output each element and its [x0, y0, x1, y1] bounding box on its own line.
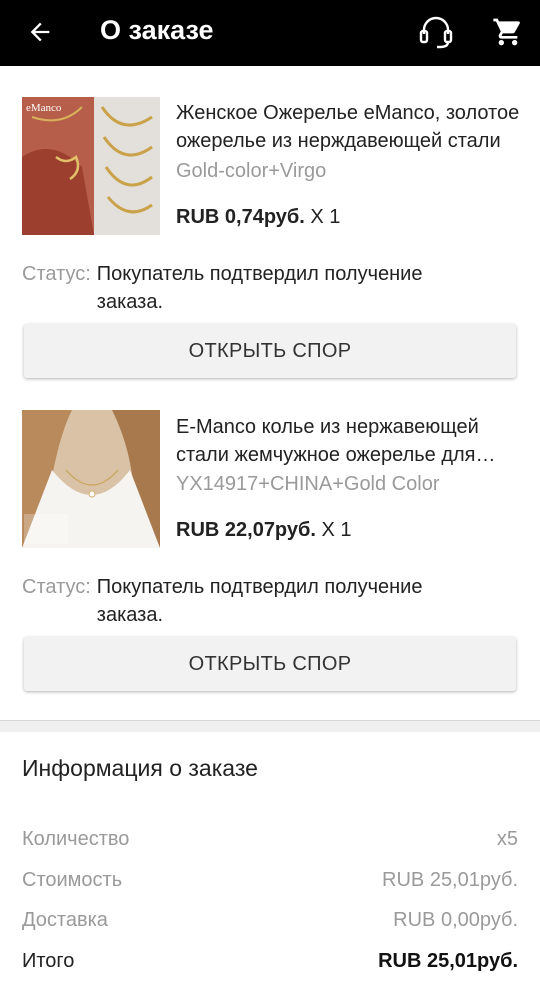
product-price: RUB 0,74руб. — [176, 206, 305, 228]
info-row-shipping: Доставка RUB 0,00руб. — [22, 906, 518, 934]
open-dispute-button[interactable]: ОТКРЫТЬ СПОР — [24, 637, 516, 691]
product-qty: X 1 — [310, 206, 341, 228]
product-name[interactable]: E-Manco колье из нержавеющей стали жемчу… — [176, 413, 521, 469]
product-variant: Gold-color+Virgo — [176, 160, 327, 182]
cart-icon[interactable] — [486, 10, 530, 54]
info-value: RUB 25,01руб. — [382, 869, 518, 891]
product-variant: YX14917+CHINA+Gold Color — [176, 473, 440, 495]
info-label: Стоимость — [22, 869, 123, 891]
product-name[interactable]: Женское Ожерелье eManco, золотое ожерель… — [176, 99, 521, 155]
page-title: О заказе — [100, 15, 214, 45]
info-label: Итого — [22, 950, 75, 972]
status-label: Статус: — [22, 576, 91, 598]
order-info-title: Информация о заказе — [22, 755, 258, 781]
headset-icon[interactable] — [414, 10, 458, 54]
product-qty: X 1 — [321, 519, 352, 541]
product-price: RUB 22,07руб. — [176, 519, 316, 541]
product-thumbnail[interactable] — [22, 410, 160, 548]
product-thumbnail[interactable]: eManco — [22, 97, 160, 235]
open-dispute-button[interactable]: ОТКРЫТЬ СПОР — [24, 324, 516, 378]
order-status: Статус: Покупатель подтвердил получение … — [22, 260, 522, 316]
info-row-total: Итого RUB 25,01руб. — [22, 947, 518, 975]
product-price-row: RUB 22,07руб. X 1 — [176, 516, 352, 544]
back-arrow-icon[interactable] — [22, 14, 58, 50]
info-label: Доставка — [22, 909, 108, 931]
thumbnail-brand: eManco — [26, 102, 62, 114]
info-value: x5 — [496, 828, 518, 850]
info-row-cost: Стоимость RUB 25,01руб. — [22, 866, 518, 894]
app-bar: О заказе — [0, 0, 540, 66]
info-row-quantity: Количество x5 — [22, 825, 518, 853]
status-label: Статус: — [22, 263, 91, 285]
info-value: RUB 0,00руб. — [393, 909, 518, 931]
order-status: Статус: Покупатель подтвердил получение … — [22, 573, 522, 629]
info-label: Количество — [22, 828, 130, 850]
status-text: Покупатель подтвердил получение заказа. — [96, 263, 423, 313]
product-price-row: RUB 0,74руб. X 1 — [176, 203, 340, 231]
section-divider — [0, 720, 540, 732]
status-text: Покупатель подтвердил получение заказа. — [96, 576, 423, 626]
info-value: RUB 25,01руб. — [378, 950, 518, 972]
